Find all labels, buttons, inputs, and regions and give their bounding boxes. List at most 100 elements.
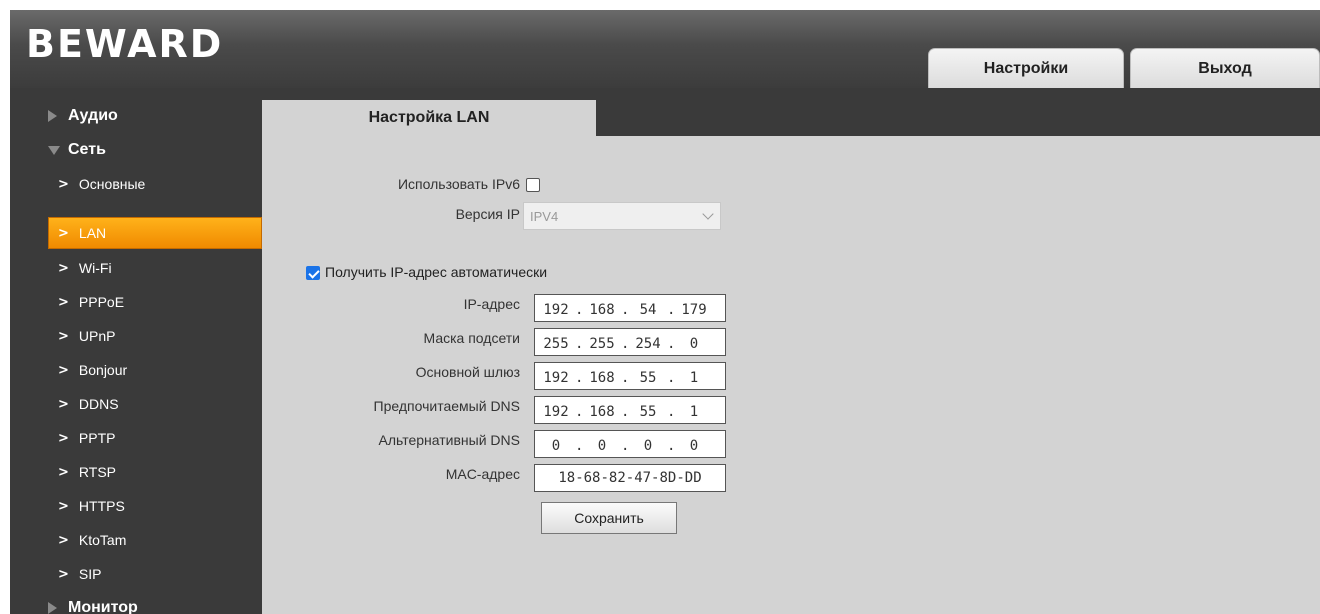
- chevron-right-icon: >: [58, 396, 69, 412]
- octet-separator: .: [667, 404, 676, 420]
- sidebar-item-label: RTSP: [78, 464, 116, 480]
- ip-version-select[interactable]: IPV4: [523, 202, 721, 230]
- chevron-right-icon: >: [58, 532, 69, 548]
- sidebar-item-basic[interactable]: > Основные: [10, 168, 262, 200]
- chevron-right-icon: >: [58, 225, 69, 241]
- gateway-input[interactable]: 192 . 168 . 55 . 1: [534, 362, 726, 390]
- sidebar-item-label: UPnP: [78, 328, 116, 344]
- octet: 0: [689, 438, 699, 454]
- sidebar-item-label: PPTP: [78, 430, 116, 446]
- chevron-right-icon: >: [58, 362, 69, 378]
- sidebar-item-wifi[interactable]: > Wi-Fi: [10, 252, 262, 284]
- octet: 255: [589, 336, 615, 352]
- chevron-right-icon: >: [58, 176, 69, 192]
- sidebar-item-label: HTTPS: [78, 498, 125, 514]
- octet: 179: [681, 302, 707, 318]
- alternate-dns-label: Альтернативный DNS: [378, 432, 520, 448]
- triangle-down-icon: [48, 145, 60, 155]
- ip-version-value: IPV4: [530, 208, 559, 224]
- sidebar-item-label: LAN: [78, 225, 107, 241]
- app-window: BEWARD Настройки Выход Аудио Сеть > Осно…: [10, 10, 1320, 614]
- octet-separator: .: [575, 336, 584, 352]
- sidebar-item-bonjour[interactable]: > Bonjour: [10, 354, 262, 386]
- octet-separator: .: [667, 438, 676, 454]
- octet: 168: [589, 404, 615, 420]
- chevron-right-icon: >: [58, 260, 69, 276]
- sidebar-item-ktotam[interactable]: > KtoTam: [10, 524, 262, 556]
- chevron-right-icon: >: [58, 498, 69, 514]
- chevron-right-icon: >: [58, 430, 69, 446]
- tab-logout[interactable]: Выход: [1130, 48, 1320, 88]
- sidebar-item-label: DDNS: [78, 396, 119, 412]
- octet-separator: .: [621, 336, 630, 352]
- sidebar-item-label: KtoTam: [78, 532, 127, 548]
- chevron-down-icon: [702, 208, 714, 220]
- octet-separator: .: [621, 438, 630, 454]
- chevron-right-icon: >: [58, 328, 69, 344]
- octet-separator: .: [667, 336, 676, 352]
- sidebar-item-https[interactable]: > HTTPS: [10, 490, 262, 522]
- auto-ip-label: Получить IP-адрес автоматически: [325, 264, 548, 280]
- subnet-mask-label: Маска подсети: [423, 330, 521, 346]
- sidebar-item-pptp[interactable]: > PPTP: [10, 422, 262, 454]
- octet: 168: [589, 302, 615, 318]
- sidebar-item-label: Основные: [78, 176, 146, 192]
- ip-address-input[interactable]: 192 . 168 . 54 . 179: [534, 294, 726, 322]
- octet: 54: [639, 302, 657, 318]
- gateway-label: Основной шлюз: [415, 364, 520, 380]
- sidebar-item-pppoe[interactable]: > PPPoE: [10, 286, 262, 318]
- octet: 55: [639, 404, 657, 420]
- octet-separator: .: [667, 370, 676, 386]
- alternate-dns-input[interactable]: 0 . 0 . 0 . 0: [534, 430, 726, 458]
- octet-separator: .: [575, 302, 584, 318]
- save-button[interactable]: Сохранить: [541, 502, 677, 534]
- octet-separator: .: [621, 370, 630, 386]
- octet: 192: [543, 370, 569, 386]
- octet: 0: [597, 438, 607, 454]
- sidebar-section-network[interactable]: Сеть: [10, 134, 262, 166]
- chevron-right-icon: >: [58, 464, 69, 480]
- chevron-right-icon: >: [58, 566, 69, 582]
- sidebar-item-label: Wi-Fi: [78, 260, 112, 276]
- octet-separator: .: [575, 404, 584, 420]
- preferred-dns-label: Предпочитаемый DNS: [373, 398, 520, 414]
- triangle-right-icon: [48, 110, 57, 122]
- brand-logo: BEWARD: [26, 22, 224, 66]
- header-bar: BEWARD Настройки Выход: [10, 10, 1320, 88]
- sidebar-item-label: Bonjour: [78, 362, 128, 378]
- sidebar-item-upnp[interactable]: > UPnP: [10, 320, 262, 352]
- mac-address-field: 18-68-82-47-8D-DD: [534, 464, 726, 492]
- sidebar-section-audio[interactable]: Аудио: [10, 100, 262, 132]
- triangle-right-icon: [48, 602, 57, 614]
- octet-separator: .: [575, 438, 584, 454]
- sidebar-section-monitor[interactable]: Монитор: [10, 592, 262, 614]
- chevron-right-icon: >: [58, 294, 69, 310]
- ip-version-label: Версия IP: [455, 206, 520, 222]
- content-tab-bar: Настройка LAN: [262, 100, 1320, 136]
- octet: 0: [689, 336, 699, 352]
- sidebar: Аудио Сеть > Основные > LAN > Wi-Fi > PP…: [10, 88, 262, 614]
- auto-ip-checkbox[interactable]: [306, 266, 320, 280]
- preferred-dns-input[interactable]: 192 . 168 . 55 . 1: [534, 396, 726, 424]
- sidebar-item-ddns[interactable]: > DDNS: [10, 388, 262, 420]
- use-ipv6-label: Использовать IPv6: [397, 176, 520, 192]
- use-ipv6-checkbox[interactable]: [526, 178, 540, 192]
- sidebar-item-lan[interactable]: > LAN: [48, 217, 262, 249]
- octet-separator: .: [575, 370, 584, 386]
- octet: 192: [543, 302, 569, 318]
- sidebar-section-label: Монитор: [68, 599, 138, 614]
- subnet-mask-input[interactable]: 255 . 255 . 254 . 0: [534, 328, 726, 356]
- octet-separator: .: [621, 302, 630, 318]
- octet-separator: .: [667, 302, 676, 318]
- mac-address-label: MAC-адрес: [445, 466, 520, 482]
- octet: 254: [635, 336, 661, 352]
- sidebar-item-sip[interactable]: > SIP: [10, 558, 262, 590]
- ip-address-label: IP-адрес: [463, 296, 520, 312]
- sidebar-item-label: PPPoE: [78, 294, 125, 310]
- sidebar-section-label: Сеть: [68, 141, 106, 158]
- octet: 0: [643, 438, 653, 454]
- tab-lan-settings[interactable]: Настройка LAN: [262, 100, 596, 136]
- sidebar-item-rtsp[interactable]: > RTSP: [10, 456, 262, 488]
- octet: 255: [543, 336, 569, 352]
- tab-settings[interactable]: Настройки: [928, 48, 1124, 88]
